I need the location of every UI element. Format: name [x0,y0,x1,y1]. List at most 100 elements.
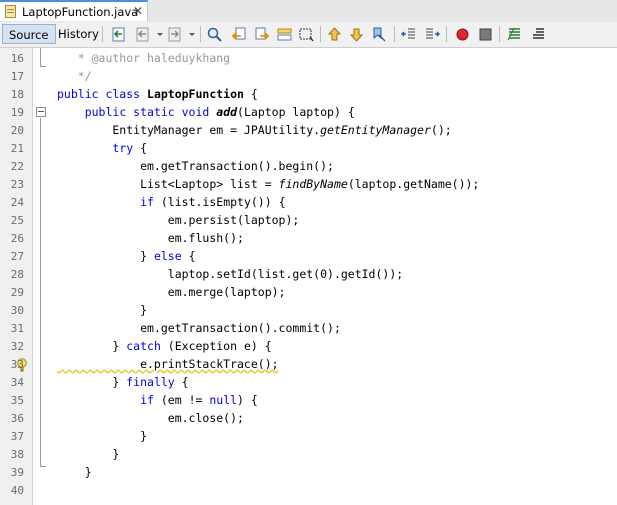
code-line[interactable]: } finally { [57,375,189,389]
code-line[interactable]: public class LaptopFunction { [57,87,258,101]
fold-guide [40,118,41,466]
code-line[interactable]: laptop.setId(list.get(0).getId()); [57,267,403,281]
line-number: 23 [10,178,24,191]
code-token: (em != [153,393,210,407]
tab-laptopfunction-java[interactable]: LaptopFunction.java ✕ [0,0,148,21]
code-line[interactable]: em.getTransaction().begin(); [57,159,334,173]
shift-right-icon[interactable] [424,26,441,43]
close-icon[interactable]: ✕ [133,4,143,18]
code-line[interactable]: List<Laptop> list = findByName(laptop.ge… [57,177,479,191]
code-token: */ [57,69,92,83]
code-token: (laptop.getName()); [347,177,480,191]
line-number: 28 [10,268,24,281]
code-token: laptop.setId(list.get(0).getId()); [57,267,404,281]
line-number: 22 [10,160,24,173]
code-token: em.close(); [57,411,244,425]
forward-icon[interactable] [166,26,183,43]
code-token: null [209,393,238,407]
tab-title: LaptopFunction.java [22,5,139,19]
find-previous-icon[interactable] [230,26,247,43]
code-line[interactable]: em.close(); [57,411,244,425]
code-token: em.flush(); [57,231,244,245]
code-line[interactable]: } [57,429,147,443]
code-line[interactable]: if (list.isEmpty()) { [57,195,286,209]
line-number: 24 [10,196,24,209]
line-number: 29 [10,286,24,299]
uncomment-icon[interactable] [530,26,547,43]
code-line[interactable]: } [57,447,119,461]
code-line[interactable]: if (em != null) { [57,393,258,407]
line-number: 21 [10,142,24,155]
code-line[interactable]: em.merge(laptop); [57,285,286,299]
editor-toolbar: Source History [0,22,617,48]
code-line[interactable]: em.persist(laptop); [57,213,300,227]
code-line[interactable]: */ [57,69,92,83]
line-number: 33 [10,358,24,371]
code-line[interactable]: public static void add(Laptop laptop) { [57,105,355,119]
toggle-highlight-icon[interactable] [276,26,293,43]
code-token: add [216,105,238,119]
shift-left-icon[interactable] [400,26,417,43]
previous-bookmark-icon[interactable] [326,26,343,43]
code-line[interactable]: EntityManager em = JPAUtility.getEntityM… [57,123,452,137]
line-number: 16 [10,52,24,65]
code-token: if [140,393,154,407]
stop-macro-recording-icon[interactable] [477,26,494,43]
back-icon[interactable] [134,26,151,43]
line-number: 37 [10,430,24,443]
rectangular-selection-icon[interactable] [298,26,315,43]
code-token: public class [57,87,148,101]
code-token: List<Laptop> list = [57,177,279,191]
line-number: 25 [10,214,24,227]
history-view-button[interactable]: History [52,24,105,44]
find-selection-icon[interactable] [206,26,223,43]
code-line[interactable]: } [57,303,147,317]
chevron-down-icon[interactable] [184,26,201,43]
next-bookmark-icon[interactable] [348,26,365,43]
line-number: 32 [10,340,24,353]
find-next-icon[interactable] [254,26,271,43]
code-token: em.getTransaction().begin(); [57,159,334,173]
code-token: e.printStackTrace(); [57,357,279,371]
code-token: { [181,249,196,263]
comment-icon[interactable] [506,26,523,43]
start-macro-recording-icon[interactable] [454,26,471,43]
code-line[interactable]: } else { [57,249,196,263]
code-token: { [133,141,148,155]
code-line[interactable]: em.flush(); [57,231,244,245]
code-token: (list.isEmpty()) { [153,195,286,209]
code-token: * @author haleduykhang [57,51,231,65]
line-number: 19 [10,106,24,119]
code-token: getEntityManager [320,123,431,137]
code-line[interactable]: e.printStackTrace(); [57,357,279,371]
code-line[interactable]: * @author haleduykhang [57,51,230,65]
editor-tab-bar: LaptopFunction.java ✕ [0,0,617,23]
line-number: 27 [10,250,24,263]
line-number: 31 [10,322,24,335]
last-edit-icon[interactable] [110,26,127,43]
fold-end-marker [40,466,46,467]
code-line[interactable]: } catch (Exception e) { [57,339,272,353]
code-token: em.merge(laptop); [57,285,286,299]
toggle-bookmark-icon[interactable] [370,26,387,43]
source-view-button[interactable]: Source [2,24,56,44]
code-token: em.getTransaction().commit(); [57,321,341,335]
line-number: 18 [10,88,24,101]
code-line[interactable]: try { [57,141,147,155]
fold-collapse-icon[interactable] [36,107,46,117]
toolbar-separator [320,26,321,42]
code-line[interactable]: em.getTransaction().commit(); [57,321,341,335]
code-token: { [174,375,189,389]
code-token: (); [430,123,452,137]
line-number: 30 [10,304,24,317]
code-token: findByName [278,177,348,191]
line-number: 39 [10,466,24,479]
code-line[interactable]: } [57,465,92,479]
code-token: (Laptop laptop) { [237,105,355,119]
code-token: } [57,465,92,479]
code-token: em.persist(laptop); [57,213,300,227]
code-token: (Exception e) { [160,339,272,353]
java-file-icon [5,5,16,18]
